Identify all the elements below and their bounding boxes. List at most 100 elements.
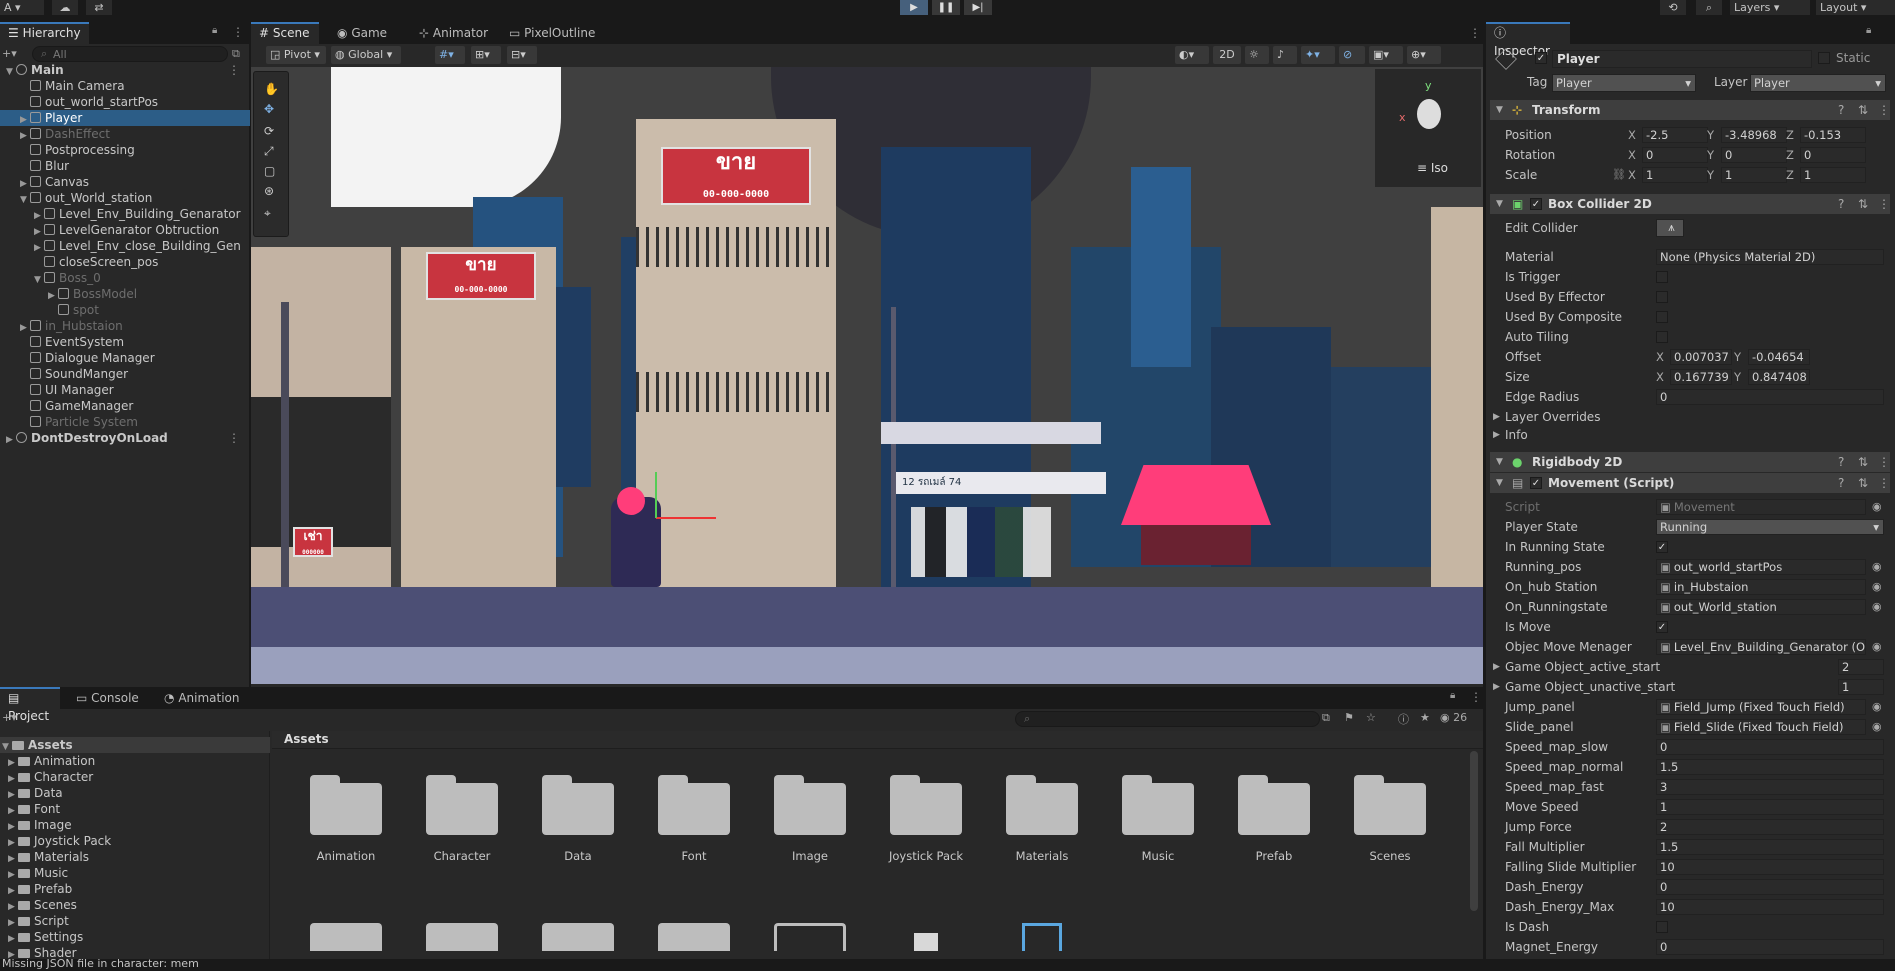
hierarchy-row[interactable]: ▶ DontDestroyOnLoad ⋮ (0, 430, 250, 446)
hidden-objects-icon[interactable]: ⊘ (1339, 46, 1365, 64)
project-tree-item[interactable]: ▶ Settings (0, 929, 270, 945)
layout-dropdown[interactable]: Layout ▾ (1816, 0, 1895, 15)
gizmo-projection-label[interactable]: ≡ Iso (1417, 161, 1448, 175)
hierarchy-row[interactable]: Dialogue Manager (0, 350, 250, 366)
collapsed-arrow-icon[interactable]: ▶ (34, 208, 44, 222)
increment-snap-icon[interactable]: ⊞▾ (471, 46, 501, 64)
custom-tool-icon[interactable]: ⌖ (264, 206, 271, 221)
material-field[interactable]: None (Physics Material 2D) (1656, 249, 1884, 265)
is-trigger-checkbox[interactable] (1656, 271, 1668, 283)
object-reference-field[interactable]: ▣ Movement (1656, 499, 1866, 515)
collapsed-arrow-icon[interactable]: ▶ (34, 240, 44, 254)
offset-x[interactable]: 0.007037 (1670, 349, 1732, 365)
asset-folder-label[interactable]: Animation (296, 849, 396, 863)
edge-radius-field[interactable]: 0 (1656, 389, 1884, 405)
component-header[interactable]: ▼ ▤ ✓ Movement (Script)? ⇅ ⋮ (1490, 473, 1890, 493)
tab-animator[interactable]: ⊹ Animator (411, 22, 496, 44)
help-icon[interactable]: ? (1838, 473, 1844, 493)
search-icon[interactable]: ⌕ (1696, 0, 1722, 15)
asset-folder-icon[interactable] (310, 775, 382, 835)
collab-icon[interactable]: ⇄ (86, 0, 112, 15)
expanded-arrow-icon[interactable]: ▼ (34, 272, 44, 286)
asset-folder-label[interactable]: Data (528, 849, 628, 863)
object-picker-icon[interactable]: ◉ (1872, 557, 1882, 577)
project-search-input[interactable]: ⌕ (1015, 711, 1320, 727)
play-button[interactable]: ▶ (900, 0, 928, 15)
foldout-arrow-icon[interactable]: ▶ (1493, 657, 1500, 677)
empty-folder-icon[interactable] (774, 923, 846, 951)
save-search-icon[interactable]: ☆ (1366, 711, 1376, 724)
project-tree-item[interactable]: ▶ Prefab (0, 881, 270, 897)
asset-folder-icon[interactable] (1006, 775, 1078, 835)
position-x[interactable]: -2.5 (1642, 127, 1708, 143)
component-enabled-checkbox[interactable]: ✓ (1530, 477, 1542, 489)
asset-folder-icon[interactable] (426, 923, 498, 951)
asset-folder-icon[interactable] (542, 923, 614, 951)
asset-folder-label[interactable]: Prefab (1224, 849, 1324, 863)
object-picker-icon[interactable]: ◉ (1872, 717, 1882, 737)
offset-y[interactable]: -0.04654 (1748, 349, 1810, 365)
component-header[interactable]: ▼ ⊹ Transform? ⇅ ⋮ (1490, 100, 1890, 120)
hierarchy-row[interactable]: Particle System (0, 414, 250, 430)
hand-tool-icon[interactable]: ✋ (264, 82, 279, 96)
hierarchy-row[interactable]: ▶ DashEffect (0, 126, 250, 142)
collapsed-arrow-icon[interactable]: ▶ (6, 432, 16, 446)
asset-folder-icon[interactable] (890, 775, 962, 835)
component-header[interactable]: ▼ ● Rigidbody 2D? ⇅ ⋮ (1490, 452, 1890, 472)
layers-dropdown[interactable]: Layers ▾ (1730, 0, 1810, 15)
hierarchy-search-input[interactable]: ⌕ All (32, 46, 228, 62)
number-field[interactable]: 2 (1656, 819, 1884, 835)
collapsed-arrow-icon[interactable]: ▶ (20, 128, 30, 142)
favorite-icon[interactable]: ★ (1420, 711, 1430, 724)
size-x[interactable]: 0.167739 (1670, 369, 1732, 385)
project-tree-item[interactable]: ▶ Scenes (0, 897, 270, 913)
warning-filter-icon[interactable]: ⓘ (1398, 711, 1409, 727)
scale-tool-icon[interactable]: ⤢ (264, 144, 274, 159)
hierarchy-row[interactable]: out_world_startPos (0, 94, 250, 110)
tab-scene[interactable]: # Scene (251, 22, 319, 44)
scale-x[interactable]: 1 (1642, 167, 1708, 183)
field-checkbox[interactable]: ✓ (1656, 621, 1668, 633)
position-y[interactable]: -3.48968 (1721, 127, 1787, 143)
number-field[interactable]: 10 (1656, 859, 1884, 875)
project-tree-item[interactable]: ▶ Materials (0, 849, 270, 865)
object-reference-field[interactable]: ▣ out_world_startPos (1656, 559, 1866, 575)
hierarchy-row[interactable]: ▶ Canvas (0, 174, 250, 190)
position-z[interactable]: -0.153 (1800, 127, 1866, 143)
move-gizmo-x[interactable] (656, 517, 716, 519)
foldout-arrow-icon[interactable]: ▼ (1496, 194, 1503, 214)
asset-folder-icon[interactable] (542, 775, 614, 835)
lighting-icon[interactable]: ☼ (1245, 46, 1269, 64)
hierarchy-row[interactable]: ▶ Player (0, 110, 250, 126)
object-picker-icon[interactable]: ◉ (1872, 697, 1882, 717)
asset-folder-label[interactable]: Scenes (1340, 849, 1440, 863)
account-dropdown[interactable]: A ▾ (0, 0, 44, 15)
add-icon[interactable]: +▾ (2, 47, 17, 60)
project-tree-item[interactable]: ▶ Font (0, 801, 270, 817)
camera-icon[interactable]: ▣▾ (1369, 46, 1403, 64)
number-field[interactable]: 1 (1656, 799, 1884, 815)
hierarchy-row[interactable]: EventSystem (0, 334, 250, 350)
component-header[interactable]: ▼ ▣ ✓ Box Collider 2D? ⇅ ⋮ (1490, 194, 1890, 214)
number-field[interactable]: 0 (1656, 739, 1884, 755)
asset-folder-label[interactable]: Joystick Pack (876, 849, 976, 863)
object-reference-field[interactable]: ▣ out_World_station (1656, 599, 1866, 615)
used-by-effector-checkbox[interactable] (1656, 291, 1668, 303)
2d-mode-button[interactable]: 2D (1213, 46, 1241, 64)
grid-visibility-icon[interactable]: ⊟▾ (507, 46, 537, 64)
tab-game[interactable]: ◉ Game (329, 22, 395, 44)
help-icon[interactable]: ? (1838, 452, 1844, 472)
cloud-icon[interactable]: ☁ (52, 0, 78, 15)
grid-snap-icon[interactable]: #▾ (435, 46, 465, 64)
presets-icon[interactable]: ⇅ (1858, 194, 1868, 214)
auto-tiling-checkbox[interactable] (1656, 331, 1668, 343)
player-state-dropdown[interactable]: Running ▾ (1656, 519, 1884, 535)
static-checkbox[interactable] (1818, 52, 1830, 64)
tab-console[interactable]: ▭ Console (68, 687, 147, 709)
shading-mode-icon[interactable]: ◐▾ (1175, 46, 1209, 64)
collapsed-arrow-icon[interactable]: ▶ (48, 288, 58, 302)
layer-dropdown[interactable]: Player ▾ (1750, 74, 1886, 92)
asset-folder-icon[interactable] (310, 923, 382, 951)
asset-folder-label[interactable]: Character (412, 849, 512, 863)
project-tree-item[interactable]: ▼ Assets (0, 737, 270, 753)
